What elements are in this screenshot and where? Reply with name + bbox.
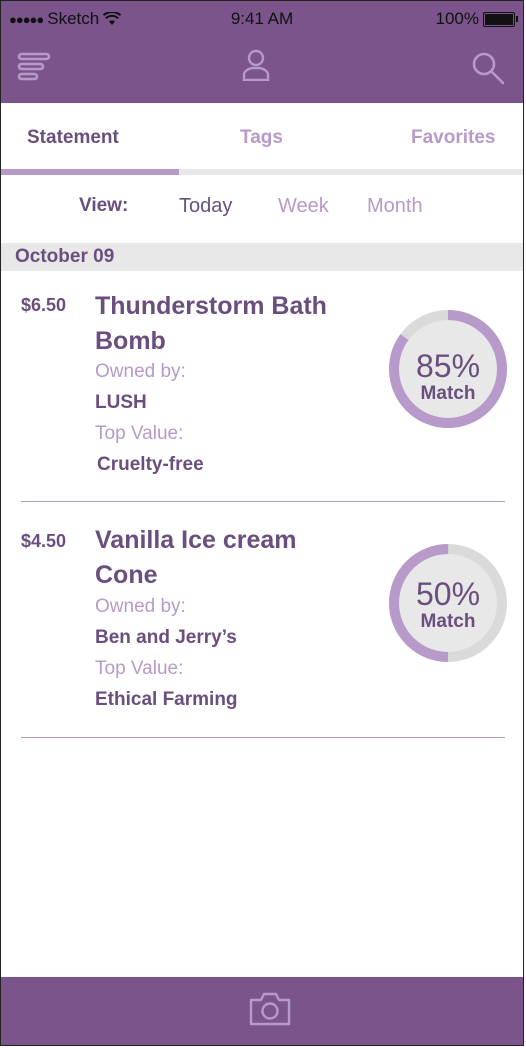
bottom-bar xyxy=(1,977,523,1045)
match-gauge: 50% Match xyxy=(389,544,507,662)
top-value-label: Top Value: xyxy=(95,658,184,679)
date-header: October 09 xyxy=(1,243,523,271)
view-option-today[interactable]: Today xyxy=(179,195,232,218)
list-item[interactable]: $4.50 Vanilla Ice cream Cone Owned by: B… xyxy=(1,521,523,731)
top-value-label: Top Value: xyxy=(95,423,184,444)
camera-icon[interactable] xyxy=(248,991,292,1027)
item-price: $6.50 xyxy=(21,295,67,315)
match-percent: 85% xyxy=(416,348,480,384)
tab-statement[interactable]: Statement xyxy=(27,127,119,149)
item-price: $4.50 xyxy=(21,531,67,551)
owned-by-label: Owned by: xyxy=(95,596,186,617)
top-bar: ●●●●● Sketch 9:41 AM 100% xyxy=(1,1,523,103)
search-icon[interactable] xyxy=(471,51,505,85)
profile-icon[interactable] xyxy=(241,49,271,81)
item-title-line: Bomb xyxy=(95,327,166,355)
list-item[interactable]: $6.50 Thunderstorm Bath Bomb Owned by: L… xyxy=(1,285,523,505)
tab-tags[interactable]: Tags xyxy=(240,127,283,149)
item-title-line: Cone xyxy=(95,561,158,589)
match-label: Match xyxy=(421,611,476,632)
app-frame: ●●●●● Sketch 9:41 AM 100% Statement Tags… xyxy=(0,0,524,1046)
status-bar: ●●●●● Sketch 9:41 AM 100% xyxy=(1,7,523,31)
item-title-line: Vanilla Ice cream xyxy=(95,526,297,554)
match-label: Match xyxy=(421,383,476,404)
view-option-week[interactable]: Week xyxy=(278,195,329,218)
battery-percent: 100% xyxy=(435,9,479,28)
owned-by-label: Owned by: xyxy=(95,361,186,382)
tab-favorites[interactable]: Favorites xyxy=(411,127,495,149)
tab-track xyxy=(1,169,523,175)
battery-icon xyxy=(483,11,518,27)
date-header-label: October 09 xyxy=(15,246,115,267)
item-title: Thunderstorm Bath Bomb xyxy=(95,289,355,359)
item-title-line: Thunderstorm Bath xyxy=(95,292,327,320)
item-title: Vanilla Ice cream Cone xyxy=(95,523,355,593)
view-option-month[interactable]: Month xyxy=(367,195,423,218)
divider xyxy=(21,737,505,738)
top-value: Ethical Farming xyxy=(95,689,238,710)
battery-status: 100% xyxy=(435,9,518,29)
tab-bar: Statement Tags Favorites xyxy=(1,103,523,175)
match-gauge: 85% Match xyxy=(389,310,507,428)
view-label: View: xyxy=(79,195,129,216)
divider xyxy=(21,501,505,502)
match-percent: 50% xyxy=(416,576,480,612)
owner-name: LUSH xyxy=(95,392,147,413)
top-value: Cruelty-free xyxy=(97,454,204,475)
tab-indicator xyxy=(1,169,179,175)
owner-name: Ben and Jerry’s xyxy=(95,627,237,648)
view-filter: View: Today Week Month xyxy=(1,191,523,227)
menu-icon[interactable] xyxy=(17,51,51,83)
